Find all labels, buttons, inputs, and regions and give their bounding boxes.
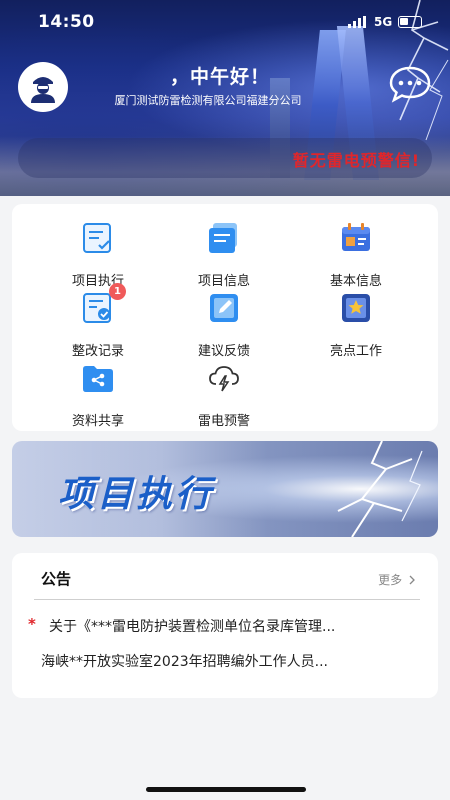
notice-item-text: 海峡**开放实验室2023年招聘编外工作人员... [41, 654, 328, 670]
grid-item-lightning-warning[interactable]: 雷电预警 [169, 361, 279, 429]
notice-item[interactable]: * 关于《***雷电防护装置检测单位名录库管理... [12, 613, 438, 639]
project-execute-banner[interactable]: 项目执行 [12, 441, 438, 537]
user-avatar-icon [31, 77, 55, 103]
grid-item-label: 建议反馈 [197, 344, 250, 359]
grid-item-label: 资料共享 [71, 414, 124, 429]
grid-item-label: 整改记录 [71, 344, 124, 359]
grid-item-label: 项目执行 [71, 274, 124, 289]
banner-title: 项目执行 [58, 474, 215, 515]
notice-divider [34, 599, 420, 600]
project-execute-icon [83, 223, 111, 253]
chat-icon[interactable] [388, 64, 432, 104]
highlight-work-icon [342, 294, 370, 322]
lightning-decoration [337, 441, 423, 537]
grid-item-highlight-work[interactable]: 亮点工作 [301, 291, 411, 359]
network-type: 5G [374, 15, 393, 29]
avatar[interactable] [18, 62, 68, 112]
basic-info-icon [342, 223, 370, 251]
notice-item-text: 关于《***雷电防护装置检测单位名录库管理... [49, 619, 336, 635]
status-time: 14:50 [38, 12, 95, 32]
lightning-alert-bar[interactable]: 暂无雷电预警信! [18, 138, 432, 178]
function-grid: 项目执行 项目信息 基本信息 1 整改记录 建议反馈 亮点工作 资料共享 雷电预… [12, 204, 438, 431]
lightning-warning-icon [209, 366, 239, 392]
notice-more-label: 更多 [378, 573, 403, 587]
signal-icon [348, 16, 366, 28]
grid-item-label: 项目信息 [197, 274, 250, 289]
notice-card: 公告 更多 * 关于《***雷电防护装置检测单位名录库管理... 海峡**开放实… [12, 553, 438, 698]
data-share-icon [83, 366, 113, 392]
feedback-icon [210, 294, 238, 322]
chevron-right-icon [409, 575, 415, 585]
home-indicator [146, 787, 306, 792]
notice-more-link[interactable]: 更多 [378, 571, 416, 588]
grid-item-project-execute[interactable]: 项目执行 [43, 221, 153, 289]
status-bar: 14:50 5G [0, 0, 450, 44]
notice-title: 公告 [41, 570, 72, 588]
grid-item-label: 亮点工作 [329, 344, 382, 359]
grid-item-basic-info[interactable]: 基本信息 [301, 221, 411, 289]
battery-icon [398, 16, 422, 28]
greeting-text: ，中午好！ [169, 66, 270, 88]
company-name: 厦门测试防雷检测有限公司福建分公司 [114, 94, 302, 107]
notice-item[interactable]: 海峡**开放实验室2023年招聘编外工作人员... [12, 648, 438, 674]
grid-item-label: 基本信息 [329, 274, 382, 289]
grid-item-data-share[interactable]: 资料共享 [43, 361, 153, 429]
header-hero: 14:50 5G ，中午好！ 厦门测试防雷检测有限公司福建分公司 暂无雷电预警信… [0, 0, 450, 196]
grid-item-rectify-record[interactable]: 1 整改记录 [43, 283, 153, 359]
grid-item-label: 雷电预警 [197, 414, 250, 429]
notification-badge: 1 [109, 283, 126, 300]
grid-item-project-info[interactable]: 项目信息 [169, 221, 279, 289]
project-info-icon [209, 223, 237, 253]
required-star-icon: * [28, 615, 36, 633]
grid-item-feedback[interactable]: 建议反馈 [169, 291, 279, 359]
lightning-alert-text: 暂无雷电预警信! [292, 151, 420, 170]
